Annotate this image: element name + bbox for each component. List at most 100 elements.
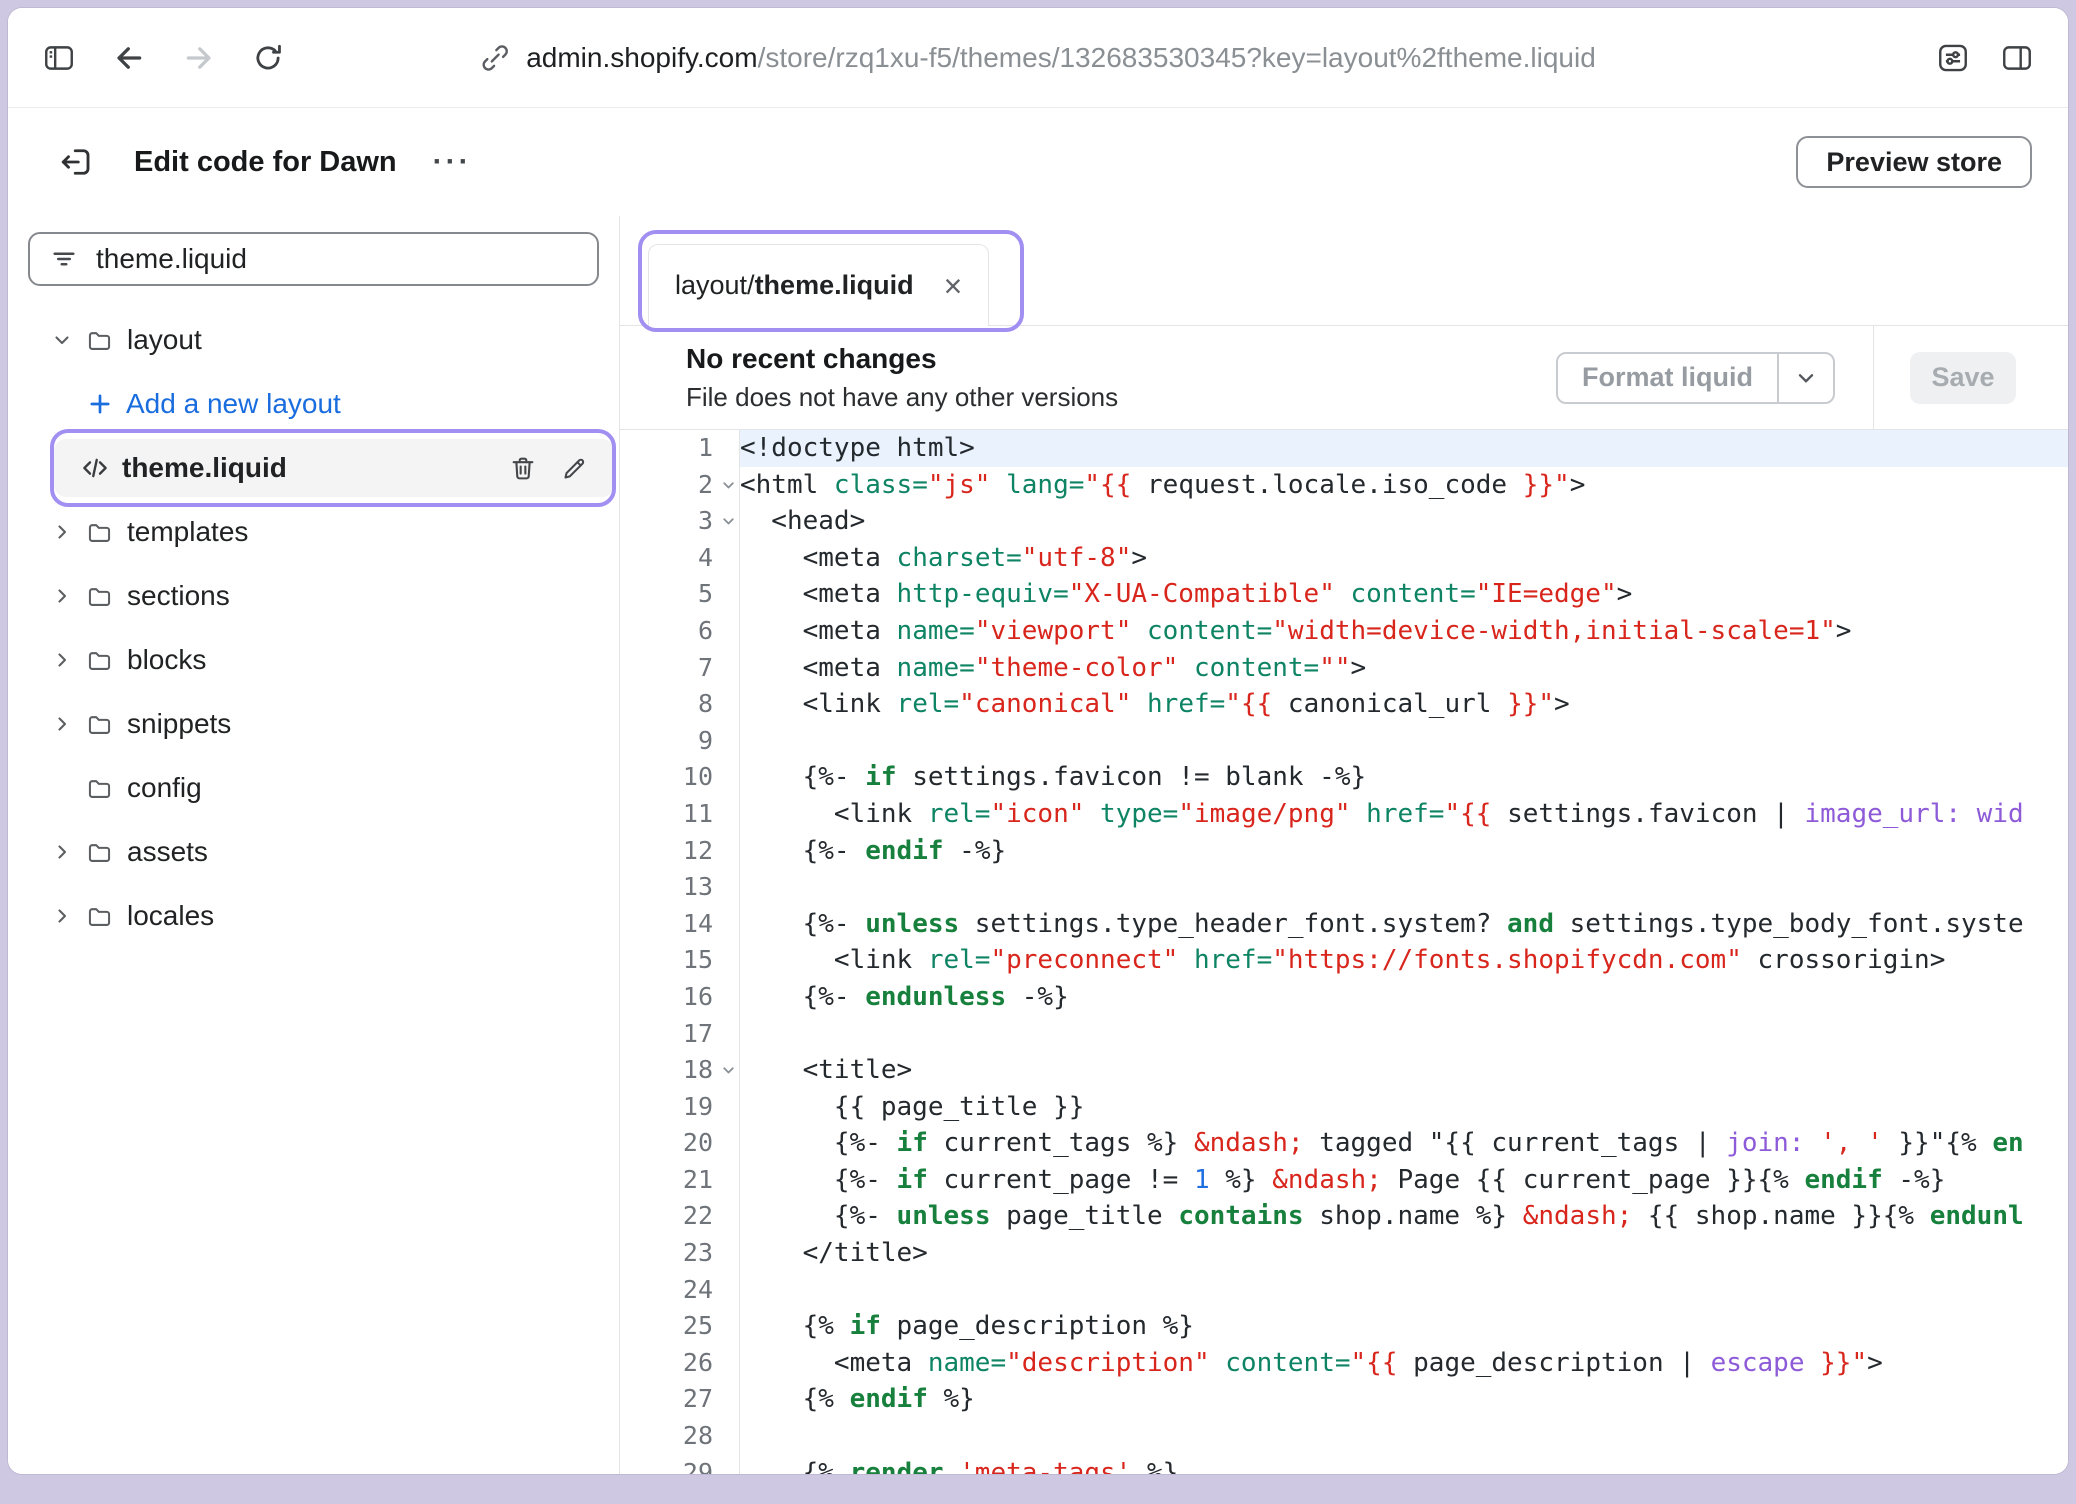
code-line[interactable]: 16 {%- endunless -%} [620,979,2068,1016]
code-line[interactable]: 25 {% if page_description %} [620,1308,2068,1345]
code-text[interactable]: <html class="js" lang="{{ request.locale… [740,467,2068,504]
selected-file[interactable]: theme.liquid [54,439,614,497]
code-text[interactable]: {% if page_description %} [740,1308,2068,1345]
sidebar-item-locales[interactable]: locales [8,884,619,948]
chevron-right-icon[interactable] [50,712,76,736]
chevron-right-icon[interactable] [50,520,76,544]
code-text[interactable]: <meta charset="utf-8"> [740,540,2068,577]
sidebar-item-templates[interactable]: templates [8,500,619,564]
code-line[interactable]: 12 {%- endif -%} [620,833,2068,870]
back-icon[interactable] [112,41,146,75]
code-text[interactable]: <meta name="viewport" content="width=dev… [740,613,2068,650]
save-button[interactable]: Save [1910,352,2016,404]
chevron-down-icon[interactable] [1777,354,1833,402]
code-line[interactable]: 1<!doctype html> [620,430,2068,467]
code-text[interactable] [740,1418,2068,1455]
chevron-right-icon[interactable] [50,584,76,608]
format-liquid-button[interactable]: Format liquid [1556,352,1835,404]
chevron-right-icon[interactable] [50,648,76,672]
code-line[interactable]: 4 <meta charset="utf-8"> [620,540,2068,577]
code-text[interactable]: {% render 'meta-tags' %} [740,1455,2068,1474]
address-bar[interactable]: admin.shopify.com/store/rzq1xu-f5/themes… [480,42,1596,74]
sidebar-item-assets[interactable]: assets [8,820,619,884]
code-text[interactable]: {%- if current_page != 1 %} &ndash; Page… [740,1162,2068,1199]
code-text[interactable]: <link rel="icon" type="image/png" href="… [740,796,2068,833]
code-text[interactable] [740,1272,2068,1309]
code-line[interactable]: 5 <meta http-equiv="X-UA-Compatible" con… [620,576,2068,613]
code-text[interactable] [740,869,2068,906]
code-line[interactable]: 14 {%- unless settings.type_header_font.… [620,906,2068,943]
search-input[interactable] [96,243,577,275]
file-search[interactable] [28,232,599,286]
sidebar-item-blocks[interactable]: blocks [8,628,619,692]
folder-icon [86,903,113,930]
code-line[interactable]: 26 <meta name="description" content="{{ … [620,1345,2068,1382]
exit-editor-icon[interactable] [58,144,94,180]
sidebar-toggle-icon[interactable] [42,41,76,75]
code-text[interactable]: {%- unless page_title contains shop.name… [740,1198,2068,1235]
code-line[interactable]: 8 <link rel="canonical" href="{{ canonic… [620,686,2068,723]
code-text[interactable]: <!doctype html> [740,430,2068,467]
code-line[interactable]: 29 {% render 'meta-tags' %} [620,1455,2068,1474]
chevron-right-icon[interactable] [50,840,76,864]
fold-toggle-icon[interactable] [720,513,737,530]
code-line[interactable]: 7 <meta name="theme-color" content=""> [620,650,2068,687]
code-text[interactable]: {{ page_title }} [740,1089,2068,1126]
chevron-down-icon[interactable] [50,328,76,352]
sidebar-item-config[interactable]: config [8,756,619,820]
more-actions-button[interactable]: ··· [433,145,472,179]
fold-toggle-icon[interactable] [720,1062,737,1079]
tab-theme-liquid[interactable]: layout/theme.liquid × [648,244,989,326]
code-text[interactable] [740,1016,2068,1053]
close-tab-icon[interactable]: × [944,270,963,302]
forward-icon[interactable] [182,41,216,75]
sidebar-right-toggle-icon[interactable] [2000,41,2034,75]
code-text[interactable]: <link rel="preconnect" href="https://fon… [740,942,2068,979]
code-line[interactable]: 2<html class="js" lang="{{ request.local… [620,467,2068,504]
reload-icon[interactable] [252,42,284,74]
code-text[interactable]: {%- if settings.favicon != blank -%} [740,759,2068,796]
code-text[interactable]: <head> [740,503,2068,540]
code-text[interactable]: {% endif %} [740,1381,2068,1418]
sidebar-item-layout[interactable]: layout [8,308,619,372]
code-line[interactable]: 28 [620,1418,2068,1455]
preview-store-button[interactable]: Preview store [1796,136,2032,188]
code-text[interactable]: <meta http-equiv="X-UA-Compatible" conte… [740,576,2068,613]
code-line[interactable]: 15 <link rel="preconnect" href="https://… [620,942,2068,979]
code-line[interactable]: 10 {%- if settings.favicon != blank -%} [620,759,2068,796]
browser-settings-icon[interactable] [1936,41,1970,75]
code-text[interactable]: </title> [740,1235,2068,1272]
code-line[interactable]: 9 [620,723,2068,760]
code-line[interactable]: 11 <link rel="icon" type="image/png" hre… [620,796,2068,833]
code-line[interactable]: 17 [620,1016,2068,1053]
code-line[interactable]: 27 {% endif %} [620,1381,2068,1418]
code-text[interactable] [740,723,2068,760]
code-line[interactable]: 21 {%- if current_page != 1 %} &ndash; P… [620,1162,2068,1199]
code-line[interactable]: 20 {%- if current_tags %} &ndash; tagged… [620,1125,2068,1162]
sidebar-item-theme-liquid[interactable]: theme.liquid [8,436,619,500]
sidebar-item-sections[interactable]: sections [8,564,619,628]
code-line[interactable]: 22 {%- unless page_title contains shop.n… [620,1198,2068,1235]
sidebar-item-snippets[interactable]: snippets [8,692,619,756]
code-line[interactable]: 23 </title> [620,1235,2068,1272]
code-text[interactable]: {%- endif -%} [740,833,2068,870]
code-text[interactable]: {%- if current_tags %} &ndash; tagged "{… [740,1125,2068,1162]
code-text[interactable]: {%- unless settings.type_header_font.sys… [740,906,2068,943]
code-line[interactable]: 18 <title> [620,1052,2068,1089]
code-text[interactable]: <meta name="theme-color" content=""> [740,650,2068,687]
code-line[interactable]: 19 {{ page_title }} [620,1089,2068,1126]
code-line[interactable]: 13 [620,869,2068,906]
code-text[interactable]: <meta name="description" content="{{ pag… [740,1345,2068,1382]
fold-toggle-icon[interactable] [720,476,737,493]
code-line[interactable]: 6 <meta name="viewport" content="width=d… [620,613,2068,650]
code-line[interactable]: 3 <head> [620,503,2068,540]
add-new-layout-button[interactable]: Add a new layout [8,372,619,436]
rename-file-icon[interactable] [561,455,588,482]
code-text[interactable]: {%- endunless -%} [740,979,2068,1016]
chevron-right-icon[interactable] [50,904,76,928]
code-text[interactable]: <link rel="canonical" href="{{ canonical… [740,686,2068,723]
delete-file-icon[interactable] [509,454,537,482]
code-editor[interactable]: 1<!doctype html>2<html class="js" lang="… [620,430,2068,1474]
code-text[interactable]: <title> [740,1052,2068,1089]
code-line[interactable]: 24 [620,1272,2068,1309]
